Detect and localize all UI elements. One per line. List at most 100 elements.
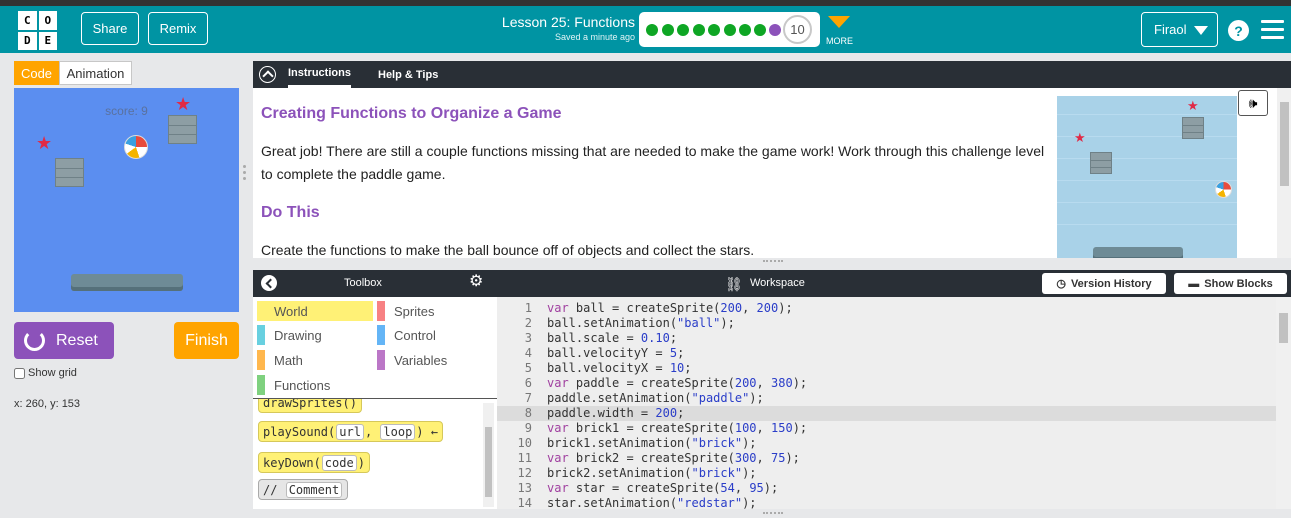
level-dot[interactable] (754, 24, 766, 36)
line-number: 1 (524, 301, 532, 315)
toolbox-scrollbar[interactable] (483, 403, 494, 507)
instructions-scrollbar[interactable] (1277, 88, 1291, 258)
code-line[interactable]: 5 ball.velocityX = 10; (497, 361, 1276, 376)
user-menu-button[interactable]: Firaol (1141, 12, 1218, 47)
category-variables[interactable]: Variables (377, 350, 447, 370)
level-dot[interactable] (677, 24, 689, 36)
play-sound-block[interactable]: playSound( url, loop ) ← (258, 421, 443, 442)
hamburger-menu-icon[interactable] (1261, 20, 1284, 39)
level-dot[interactable] (662, 24, 674, 36)
block-end: ) ← (416, 424, 438, 439)
level-progress: 10 (639, 12, 820, 47)
brick-sprite (1090, 152, 1112, 174)
level-dot[interactable] (646, 24, 658, 36)
category-drawing[interactable]: Drawing (257, 325, 322, 345)
line-number: 10 (517, 436, 532, 450)
reset-button[interactable]: Reset (14, 322, 114, 359)
instructions-heading: Creating Functions to Organize a Game (261, 105, 562, 122)
share-button[interactable]: Share (81, 12, 139, 45)
line-number: 2 (524, 316, 532, 330)
logo-letter: E (38, 31, 57, 50)
mouse-coordinates: x: 260, y: 153 (14, 398, 81, 410)
ball-sprite (1215, 181, 1232, 198)
code-line[interactable]: 2 ball.setAnimation("ball"); (497, 316, 1276, 331)
category-label: Drawing (274, 327, 322, 343)
help-icon[interactable]: ? (1228, 20, 1249, 41)
logo-letter: C (18, 11, 37, 30)
code-line[interactable]: 11 var brick2 = createSprite(300, 75); (497, 451, 1276, 466)
show-blocks-button[interactable]: ▬ Show Blocks (1174, 273, 1287, 294)
toolbox-categories: World Sprites Drawing Control Math Varia… (253, 297, 497, 399)
code-line[interactable]: 12 brick2.setAnimation("brick"); (497, 466, 1276, 481)
key-down-block[interactable]: keyDown( code ) (258, 452, 370, 473)
category-functions[interactable]: Functions (257, 375, 330, 395)
show-grid-checkbox[interactable] (14, 367, 25, 379)
more-label[interactable]: MORE (826, 36, 853, 46)
category-sprites[interactable]: Sprites (377, 301, 434, 321)
block-end: ) (357, 455, 365, 470)
text-to-speech-icon[interactable]: 🕪 (1238, 90, 1268, 116)
code-line[interactable]: 10 brick1.setAnimation("brick"); (497, 436, 1276, 451)
line-number: 7 (524, 391, 532, 405)
logo-letter: O (38, 11, 57, 30)
code-line[interactable]: 1 var ball = createSprite(200, 200); (497, 301, 1276, 316)
code-toggle[interactable]: Code (14, 61, 59, 85)
animation-toggle[interactable]: Animation (59, 61, 132, 85)
version-history-button[interactable]: ◷ Version History (1042, 273, 1166, 294)
level-dot[interactable] (739, 24, 751, 36)
code-editor[interactable]: 1 var ball = createSprite(200, 200); 2 ball… (497, 297, 1291, 509)
code-org-logo[interactable]: C O D E (18, 11, 57, 50)
collapse-toolbox-icon[interactable] (261, 275, 277, 291)
toolbox-title: Toolbox (344, 277, 382, 289)
category-control[interactable]: Control (377, 325, 436, 345)
level-dot-purple[interactable] (769, 24, 781, 36)
panel-resize-handle[interactable] (243, 165, 247, 183)
more-arrow-icon[interactable] (828, 16, 850, 28)
show-grid-control[interactable]: Show grid (14, 367, 77, 379)
code-line[interactable]: 13 var star = createSprite(54, 95); (497, 481, 1276, 496)
remix-button[interactable]: Remix (148, 12, 208, 45)
line-number: 12 (517, 466, 532, 480)
collapse-icon[interactable] (259, 66, 276, 83)
code-text: paddle.setAnimation("paddle"); (547, 391, 764, 405)
level-dot[interactable] (708, 24, 720, 36)
code-text: var paddle = createSprite(200, 380); (547, 376, 808, 390)
category-color (377, 301, 385, 321)
code-line[interactable]: 7 paddle.setAnimation("paddle"); (497, 391, 1276, 406)
code-scrollbar[interactable] (1276, 297, 1291, 509)
do-this-heading: Do This (261, 204, 320, 221)
lesson-title[interactable]: Lesson 25: Functions (470, 14, 635, 30)
current-level-number[interactable]: 10 (783, 15, 812, 44)
brick-sprite (168, 115, 197, 144)
game-canvas[interactable]: score: 9 ★ ★ (14, 88, 239, 312)
level-dot[interactable] (693, 24, 705, 36)
code-line[interactable]: 3 ball.scale = 0.10; (497, 331, 1276, 346)
comment-text: Comment (285, 481, 343, 498)
level-dot[interactable] (724, 24, 736, 36)
comment-block[interactable]: // Comment (258, 479, 349, 500)
gear-icon[interactable]: ⚙ (469, 274, 483, 290)
finish-button[interactable]: Finish (174, 322, 239, 359)
code-text: ball.velocityY = 5; (547, 346, 685, 360)
tab-instructions[interactable]: Instructions (288, 61, 351, 88)
category-color (257, 350, 265, 370)
line-number: 3 (524, 331, 532, 345)
code-text: brick2.setAnimation("brick"); (547, 466, 757, 480)
code-line[interactable]: 4 ball.velocityY = 5; (497, 346, 1276, 361)
category-math[interactable]: Math (257, 350, 303, 370)
draw-sprites-block[interactable]: drawSprites() (258, 399, 362, 413)
code-line[interactable]: 14 star.setAnimation("redstar"); (497, 496, 1276, 509)
instructions-resize-handle[interactable] (763, 260, 783, 264)
category-world[interactable]: World (257, 301, 373, 321)
category-label: Math (274, 352, 303, 368)
workspace-header: ⛓ Workspace ◷ Version History ▬ Show Blo… (497, 270, 1291, 297)
code-line[interactable]: 8 paddle.width = 200; (497, 406, 1276, 421)
brick-sprite (55, 158, 84, 187)
code-line[interactable]: 6 var paddle = createSprite(200, 380); (497, 376, 1276, 391)
workspace-resize-handle[interactable] (763, 512, 783, 516)
code-text: paddle.width = 200; (547, 406, 685, 420)
show-blocks-label: Show Blocks (1204, 277, 1273, 290)
code-line[interactable]: 9 var brick1 = createSprite(100, 150); (497, 421, 1276, 436)
tab-help-tips[interactable]: Help & Tips (378, 61, 438, 88)
line-number: 11 (517, 451, 532, 465)
